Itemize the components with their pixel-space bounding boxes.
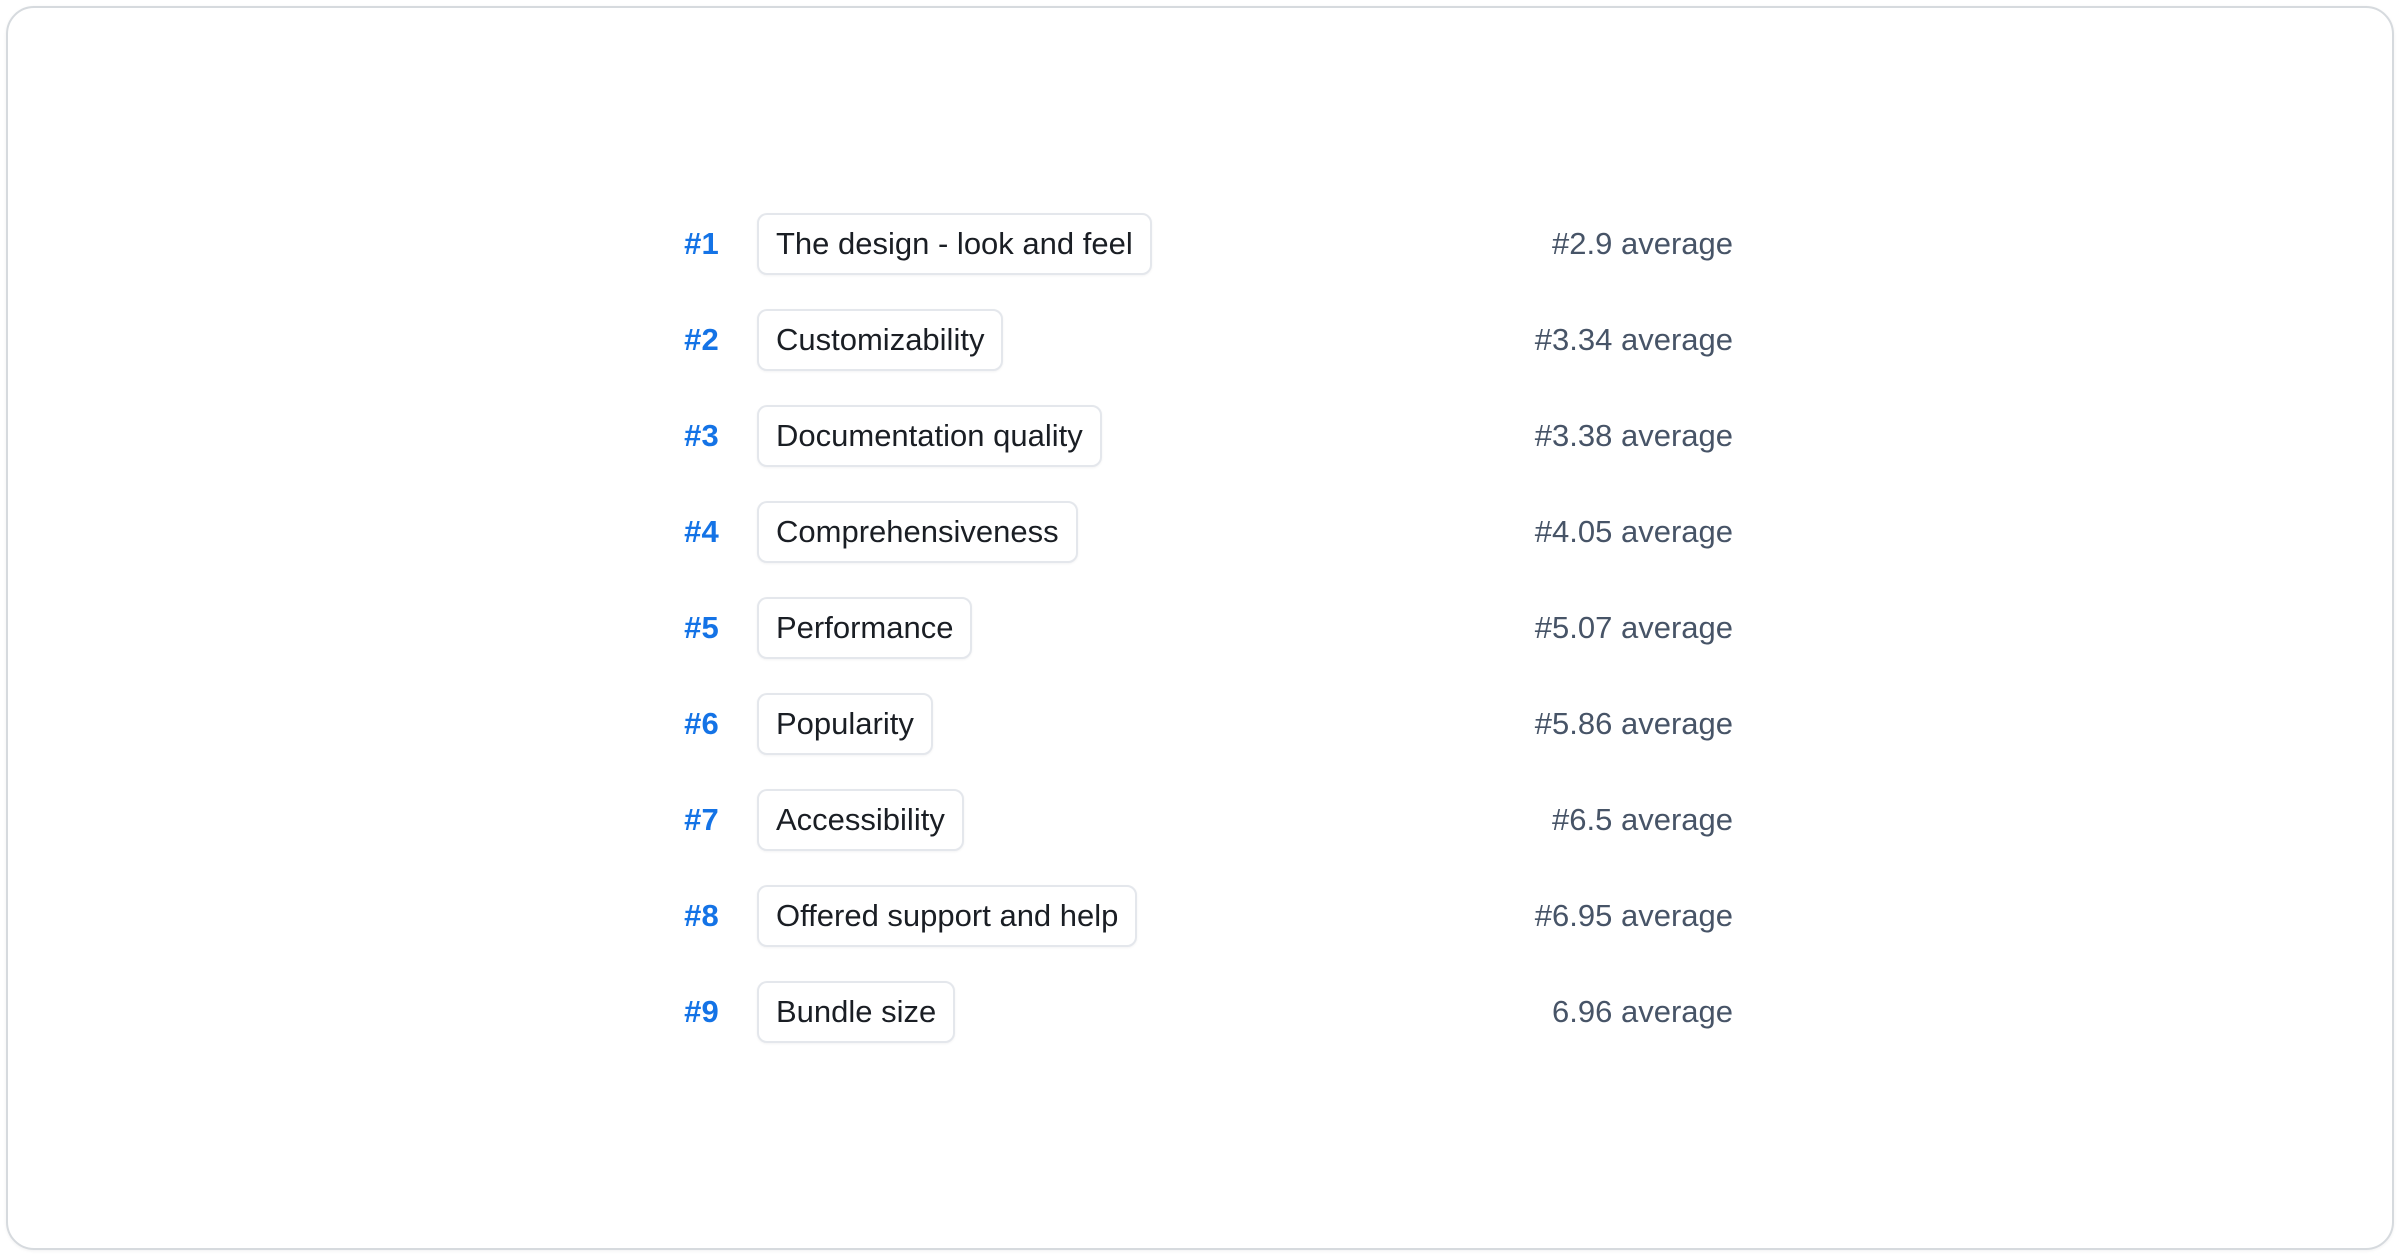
ranking-row: #5 Performance #5.07 average [667,597,1733,659]
ranking-row: #4 Comprehensiveness #4.05 average [667,501,1733,563]
average-score: #5.07 average [1535,610,1733,646]
option-label: Performance [776,610,953,646]
option-chip[interactable]: Customizability [757,309,1003,371]
option-chip[interactable]: Offered support and help [757,885,1137,947]
ranking-row: #7 Accessibility #6.5 average [667,789,1733,851]
option-chip[interactable]: Performance [757,597,972,659]
option-label: Bundle size [776,994,936,1030]
option-chip[interactable]: Popularity [757,693,933,755]
ranking-row: #9 Bundle size 6.96 average [667,981,1733,1043]
average-score: #6.5 average [1552,802,1733,838]
option-label: Documentation quality [776,418,1083,454]
average-score: #4.05 average [1535,514,1733,550]
ranking-row: #2 Customizability #3.34 average [667,309,1733,371]
option-chip[interactable]: The design - look and feel [757,213,1152,275]
ranking-row: #6 Popularity #5.86 average [667,693,1733,755]
average-score: #5.86 average [1535,706,1733,742]
option-label: Comprehensiveness [776,514,1059,550]
rank-label: #3 [667,418,719,454]
average-score: #3.38 average [1535,418,1733,454]
option-label: Offered support and help [776,898,1118,934]
rank-label: #2 [667,322,719,358]
option-label: Customizability [776,322,984,358]
rank-label: #7 [667,802,719,838]
option-chip[interactable]: Accessibility [757,789,964,851]
rank-label: #5 [667,610,719,646]
ranking-list: #1 The design - look and feel #2.9 avera… [667,213,1733,1043]
option-chip[interactable]: Comprehensiveness [757,501,1078,563]
ranking-row: #3 Documentation quality #3.38 average [667,405,1733,467]
rank-label: #6 [667,706,719,742]
rank-label: #8 [667,898,719,934]
average-score: #6.95 average [1535,898,1733,934]
average-score: 6.96 average [1552,994,1733,1030]
rank-label: #9 [667,994,719,1030]
rank-label: #1 [667,226,719,262]
ranking-row: #8 Offered support and help #6.95 averag… [667,885,1733,947]
ranking-row: #1 The design - look and feel #2.9 avera… [667,213,1733,275]
option-label: Popularity [776,706,914,742]
option-label: Accessibility [776,802,945,838]
average-score: #2.9 average [1552,226,1733,262]
results-card: #1 The design - look and feel #2.9 avera… [6,6,2394,1250]
rank-label: #4 [667,514,719,550]
option-chip[interactable]: Bundle size [757,981,955,1043]
option-label: The design - look and feel [776,226,1133,262]
option-chip[interactable]: Documentation quality [757,405,1102,467]
average-score: #3.34 average [1535,322,1733,358]
